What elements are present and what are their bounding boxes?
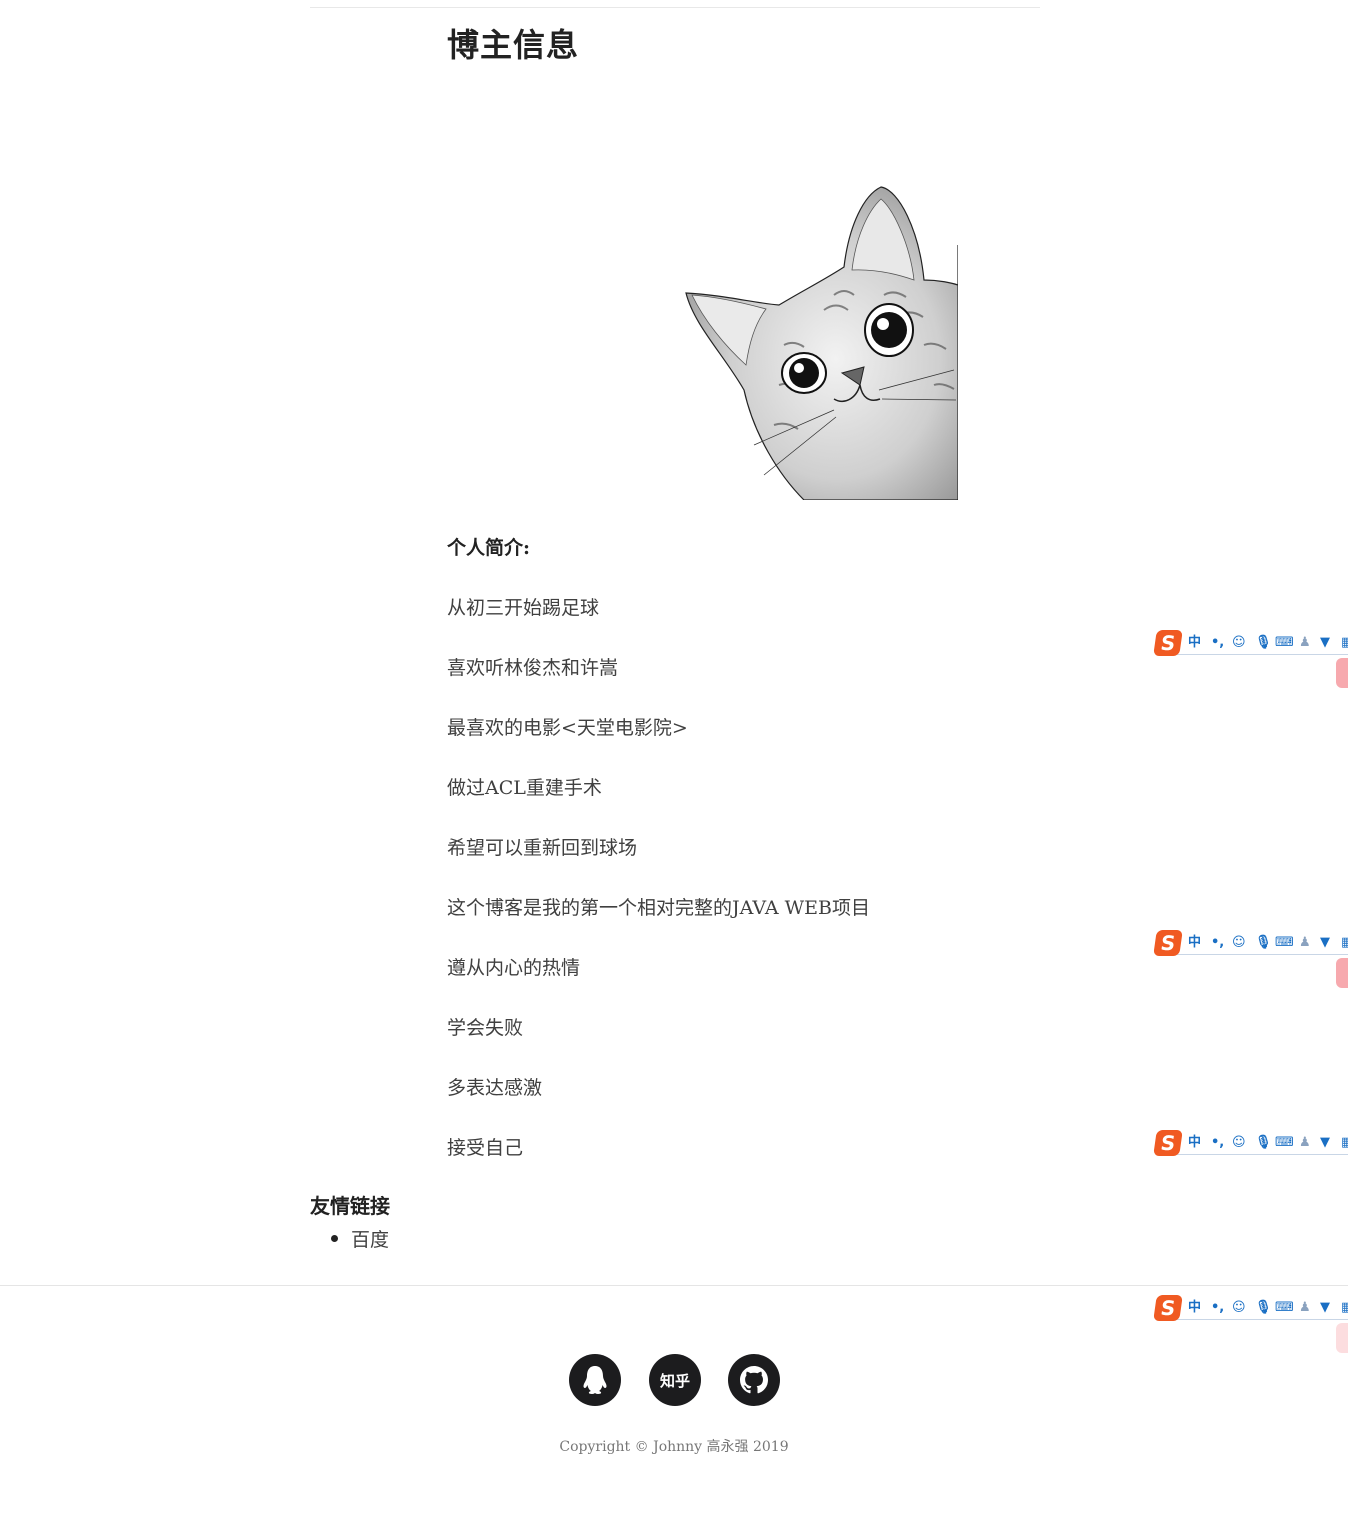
grid-icon[interactable]: ▦ xyxy=(1341,1134,1348,1152)
intro-line: 接受自己 xyxy=(447,1137,524,1159)
keyboard-icon[interactable]: ⌨ xyxy=(1275,934,1294,952)
ime-punct-toggle[interactable]: •, xyxy=(1211,934,1224,952)
user-icon[interactable]: ♟ xyxy=(1299,1299,1311,1317)
github-button[interactable] xyxy=(728,1354,780,1406)
user-icon[interactable]: ♟ xyxy=(1299,634,1311,652)
ime-punct-toggle[interactable]: •, xyxy=(1211,1299,1224,1317)
microphone-icon[interactable]: 🎙 xyxy=(1255,1134,1272,1152)
friend-links-list: 百度 xyxy=(310,1225,389,1252)
ime-mode-toggle[interactable]: 中 xyxy=(1188,1299,1201,1317)
intro-line: 遵从内心的热情 xyxy=(447,957,581,979)
microphone-icon[interactable]: 🎙 xyxy=(1255,934,1272,952)
zhihu-button[interactable]: 知乎 xyxy=(649,1354,701,1406)
ime-toolbar[interactable]: S 中 •, ☺ 🎙 ⌨ ♟ ▼ ▦ xyxy=(1153,630,1348,656)
ime-side-tab[interactable] xyxy=(1336,658,1348,688)
sogou-logo-icon[interactable]: S xyxy=(1153,930,1183,956)
ime-punct-toggle[interactable]: •, xyxy=(1211,1134,1224,1152)
smile-icon[interactable]: ☺ xyxy=(1232,634,1246,652)
smile-icon[interactable]: ☺ xyxy=(1232,1134,1246,1152)
keyboard-icon[interactable]: ⌨ xyxy=(1275,1299,1294,1317)
smile-icon[interactable]: ☺ xyxy=(1232,1299,1246,1317)
intro-line: 学会失败 xyxy=(447,1017,524,1039)
intro-line: 这个博客是我的第一个相对完整的JAVA WEB项目 xyxy=(447,897,870,919)
grid-icon[interactable]: ▦ xyxy=(1341,934,1348,952)
user-icon[interactable]: ♟ xyxy=(1299,934,1311,952)
shirt-icon[interactable]: ▼ xyxy=(1320,934,1330,952)
intro-line: 喜欢听林俊杰和许嵩 xyxy=(447,657,619,679)
microphone-icon[interactable]: 🎙 xyxy=(1255,634,1272,652)
github-icon xyxy=(740,1366,768,1394)
footer-divider xyxy=(0,1285,1348,1286)
ime-toolbar[interactable]: S 中 •, ☺ 🎙 ⌨ ♟ ▼ ▦ xyxy=(1153,1295,1348,1321)
ime-toolbar[interactable]: S 中 •, ☺ 🎙 ⌨ ♟ ▼ ▦ xyxy=(1153,1130,1348,1156)
friend-link-baidu[interactable]: 百度 xyxy=(351,1229,389,1251)
ime-mode-toggle[interactable]: 中 xyxy=(1188,1134,1201,1152)
microphone-icon[interactable]: 🎙 xyxy=(1255,1299,1272,1317)
qq-penguin-icon xyxy=(583,1366,607,1394)
sogou-logo-icon[interactable]: S xyxy=(1153,1130,1183,1156)
ime-side-tab[interactable] xyxy=(1336,958,1348,988)
ime-mode-toggle[interactable]: 中 xyxy=(1188,934,1201,952)
shirt-icon[interactable]: ▼ xyxy=(1320,634,1330,652)
intro-line: 从初三开始踢足球 xyxy=(447,597,600,619)
list-item: 百度 xyxy=(310,1225,389,1252)
friend-links-title: 友情链接 xyxy=(310,1194,390,1218)
shirt-icon[interactable]: ▼ xyxy=(1320,1299,1330,1317)
intro-heading: 个人简介: xyxy=(447,537,531,559)
ime-punct-toggle[interactable]: •, xyxy=(1211,634,1224,652)
grid-icon[interactable]: ▦ xyxy=(1341,634,1348,652)
zhihu-label: 知乎 xyxy=(659,1371,690,1390)
grid-icon[interactable]: ▦ xyxy=(1341,1299,1348,1317)
keyboard-icon[interactable]: ⌨ xyxy=(1275,1134,1294,1152)
sogou-logo-icon[interactable]: S xyxy=(1153,630,1183,656)
cat-illustration xyxy=(684,185,959,501)
top-divider xyxy=(310,7,1040,8)
intro-line: 多表达感激 xyxy=(447,1077,543,1099)
ime-toolbar[interactable]: S 中 •, ☺ 🎙 ⌨ ♟ ▼ ▦ xyxy=(1153,930,1348,956)
intro-line: 做过ACL重建手术 xyxy=(447,777,602,799)
page-title: 博主信息 xyxy=(447,26,580,64)
keyboard-icon[interactable]: ⌨ xyxy=(1275,634,1294,652)
ime-side-tab[interactable] xyxy=(1336,1323,1348,1353)
shirt-icon[interactable]: ▼ xyxy=(1320,1134,1330,1152)
smile-icon[interactable]: ☺ xyxy=(1232,934,1246,952)
sogou-logo-icon[interactable]: S xyxy=(1153,1295,1183,1321)
qq-button[interactable] xyxy=(569,1354,621,1406)
ime-mode-toggle[interactable]: 中 xyxy=(1188,634,1201,652)
intro-line: 最喜欢的电影<天堂电影院> xyxy=(447,717,688,739)
copyright-text: Copyright © Johnny 高永强 2019 xyxy=(559,1439,789,1455)
intro-line: 希望可以重新回到球场 xyxy=(447,837,638,859)
user-icon[interactable]: ♟ xyxy=(1299,1134,1311,1152)
